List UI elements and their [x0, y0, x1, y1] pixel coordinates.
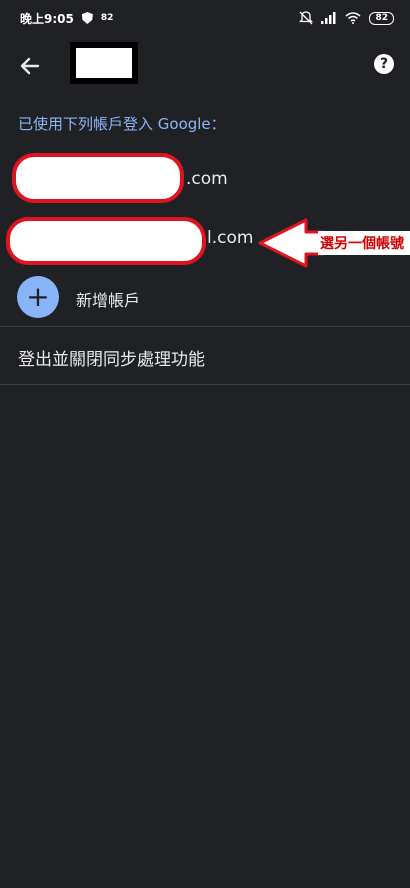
- status-left: 晚上9:05 82: [20, 10, 113, 27]
- account-item[interactable]: .com: [0, 150, 410, 206]
- wifi-icon: [345, 12, 361, 24]
- add-account-button[interactable]: + 新增帳戶: [0, 274, 410, 320]
- email-suffix: .com: [186, 169, 228, 189]
- toolbar: ?: [0, 40, 410, 92]
- status-bar: 晚上9:05 82 82: [0, 0, 410, 36]
- redacted-email-mark: [6, 217, 206, 265]
- current-account-redacted: [70, 42, 138, 84]
- mute-bell-icon: [299, 11, 314, 25]
- battery-indicator: 82: [369, 11, 394, 25]
- help-icon[interactable]: ?: [374, 54, 394, 74]
- signout-disable-sync-button[interactable]: 登出並關閉同步處理功能: [18, 345, 205, 370]
- status-time: 晚上9:05: [20, 11, 74, 26]
- back-arrow-icon[interactable]: [16, 52, 44, 80]
- plus-icon: +: [17, 276, 59, 318]
- annotation-arrow-icon: [258, 218, 324, 268]
- status-right: 82: [299, 11, 394, 25]
- divider: [0, 326, 410, 327]
- redaction-block: [76, 48, 132, 78]
- notification-count: 82: [100, 13, 114, 23]
- shield-icon: [81, 12, 93, 24]
- annotation-label: 選另一個帳號: [318, 231, 410, 255]
- signed-in-label: 已使用下列帳戶登入 Google：: [18, 115, 226, 133]
- add-account-label: 新增帳戶: [76, 291, 141, 310]
- redacted-email-mark: [12, 153, 184, 203]
- divider: [0, 384, 410, 385]
- email-suffix: l.com: [207, 228, 254, 248]
- signal-icon: [321, 12, 336, 24]
